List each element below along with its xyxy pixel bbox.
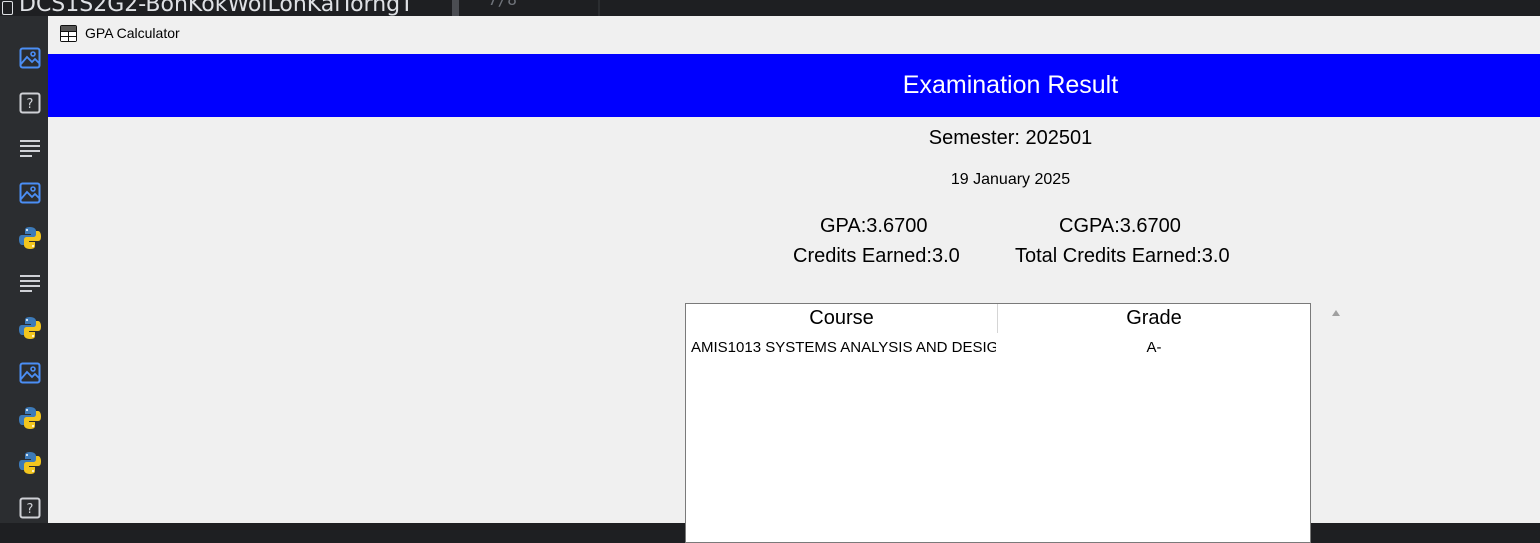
ide-line-number: 7/8 (488, 0, 517, 9)
python-icon[interactable] (18, 316, 42, 340)
results-table[interactable]: Course Grade AMIS1013 SYSTEMS ANALYSIS A… (685, 303, 1311, 543)
cgpa-label: CGPA:3.6700 (1059, 215, 1181, 237)
page-title: Examination Result (902, 71, 1119, 99)
python-icon[interactable] (18, 226, 42, 250)
column-header-course[interactable]: Course (686, 304, 998, 333)
credits-earned-label: Credits Earned:3.0 (793, 245, 960, 267)
python-icon[interactable] (18, 451, 42, 475)
calculator-icon (60, 25, 77, 42)
window-title-bar[interactable]: GPA Calculator (48, 16, 1540, 54)
ide-caret (452, 0, 459, 16)
svg-text:?: ? (27, 502, 34, 517)
window-title: GPA Calculator (85, 25, 180, 41)
ide-divider (598, 0, 600, 16)
column-header-grade[interactable]: Grade (998, 304, 1310, 333)
scroll-up-arrow-icon[interactable] (1331, 303, 1341, 316)
image-icon[interactable] (18, 46, 42, 70)
table-row[interactable]: AMIS1013 SYSTEMS ANALYSIS AND DESIGN A- (686, 337, 1310, 359)
header-banner: Examination Result (48, 54, 1540, 117)
image-icon[interactable] (18, 181, 42, 205)
svg-text:?: ? (27, 97, 34, 112)
ide-project-title: DCS1S2G2-BohKokWoiLohKaiTorngT (19, 0, 414, 16)
semester-label: Semester: 202501 (928, 127, 1093, 149)
table-scrollbar[interactable] (1326, 297, 1346, 527)
table-header: Course Grade (686, 304, 1310, 334)
help-icon[interactable]: ? (18, 91, 42, 115)
grade-cell: A- (1146, 339, 1162, 356)
text-lines-icon[interactable] (18, 271, 42, 295)
course-cell: AMIS1013 SYSTEMS ANALYSIS AND DESIGN (691, 339, 996, 356)
gpa-label: GPA:3.6700 (820, 215, 928, 237)
help-icon[interactable]: ? (18, 496, 42, 520)
python-icon[interactable] (18, 406, 42, 430)
date-label: 19 January 2025 (950, 171, 1071, 188)
gpa-calculator-window: GPA Calculator Examination Result Semest… (48, 16, 1540, 543)
ide-title-bar: DCS1S2G2-BohKokWoiLohKaiTorngT 7/8 (0, 0, 1540, 16)
project-icon (2, 1, 13, 15)
image-icon[interactable] (18, 361, 42, 385)
total-credits-earned-label: Total Credits Earned:3.0 (1015, 245, 1230, 267)
ide-sidebar: ? ? (0, 16, 48, 523)
text-lines-icon[interactable] (18, 136, 42, 160)
